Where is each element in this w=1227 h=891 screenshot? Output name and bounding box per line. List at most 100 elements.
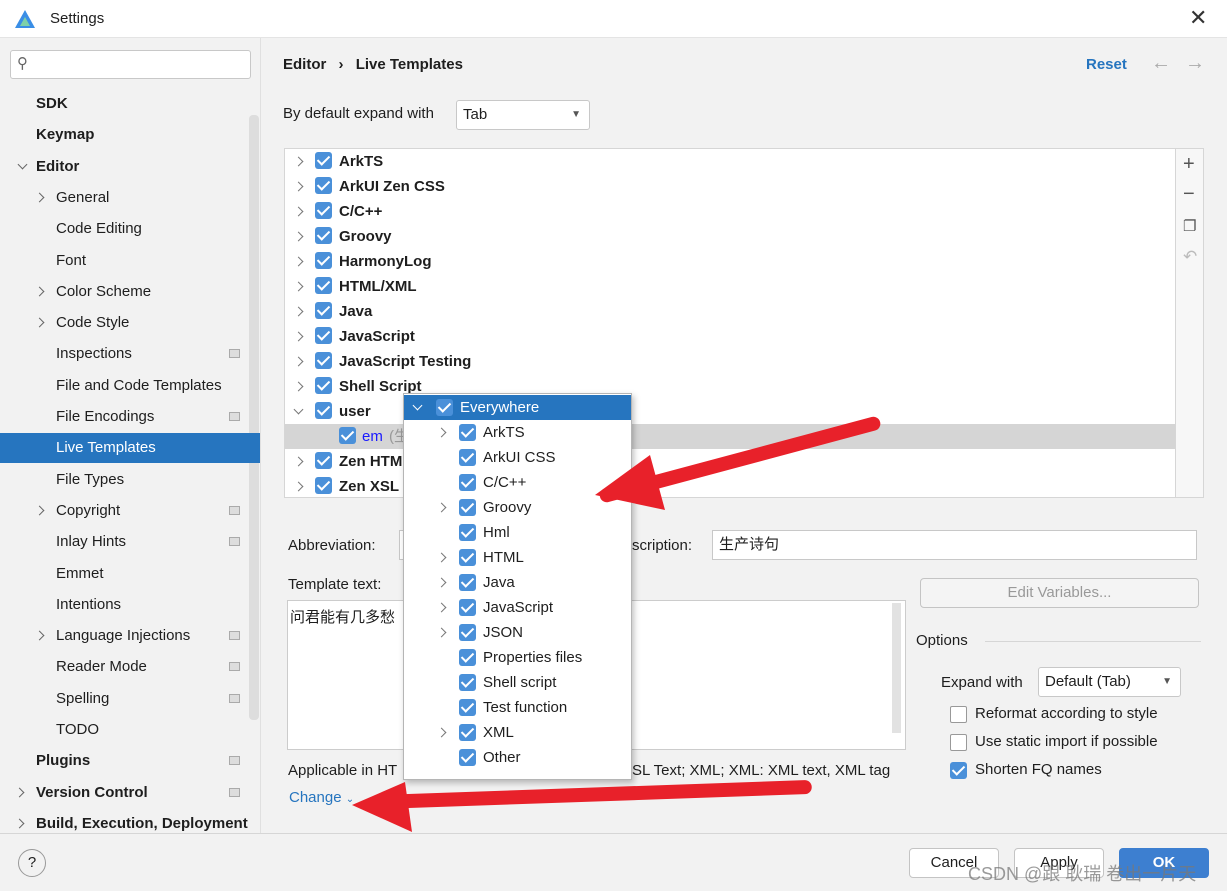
- chevron-right-icon[interactable]: [293, 156, 304, 167]
- context-checkbox[interactable]: [459, 524, 476, 541]
- group-checkbox[interactable]: [315, 177, 332, 194]
- sidebar-item-version-control[interactable]: Version Control: [0, 778, 260, 808]
- tree-group-row[interactable]: Groovy: [285, 224, 1175, 249]
- chevron-right-icon[interactable]: [34, 192, 45, 203]
- context-item-xml[interactable]: XML: [404, 720, 631, 745]
- sidebar-item-emmet[interactable]: Emmet: [0, 559, 260, 589]
- sidebar-item-file-encodings[interactable]: File Encodings: [0, 402, 260, 432]
- remove-icon[interactable]: −: [1183, 183, 1195, 206]
- back-arrow-icon[interactable]: ←: [1151, 52, 1171, 75]
- context-checkbox[interactable]: [459, 749, 476, 766]
- tree-group-row[interactable]: Java: [285, 299, 1175, 324]
- context-item-java[interactable]: Java: [404, 570, 631, 595]
- breadcrumb-editor[interactable]: Editor: [283, 56, 326, 73]
- sidebar-item-general[interactable]: General: [0, 183, 260, 213]
- chevron-right-icon[interactable]: [293, 231, 304, 242]
- sidebar-item-intentions[interactable]: Intentions: [0, 590, 260, 620]
- sidebar-item-code-editing[interactable]: Code Editing: [0, 214, 260, 244]
- template-checkbox[interactable]: [339, 427, 356, 444]
- change-link[interactable]: Change ⌄: [289, 789, 354, 806]
- group-checkbox[interactable]: [315, 477, 332, 494]
- sidebar-item-plugins[interactable]: Plugins: [0, 746, 260, 776]
- help-button[interactable]: ?: [18, 849, 46, 877]
- chevron-down-icon[interactable]: [293, 404, 304, 415]
- chevron-right-icon[interactable]: [293, 331, 304, 342]
- sidebar-item-reader-mode[interactable]: Reader Mode: [0, 652, 260, 682]
- expand-with-select[interactable]: Default (Tab) ▼: [1038, 667, 1181, 697]
- context-item-everywhere[interactable]: Everywhere: [404, 395, 631, 420]
- chevron-down-icon[interactable]: [17, 159, 28, 170]
- tree-group-row[interactable]: C/C++: [285, 199, 1175, 224]
- tree-group-row[interactable]: JavaScript: [285, 324, 1175, 349]
- context-checkbox[interactable]: [459, 674, 476, 691]
- tree-group-row[interactable]: HarmonyLog: [285, 249, 1175, 274]
- chevron-right-icon[interactable]: [436, 627, 447, 638]
- context-checkbox[interactable]: [459, 624, 476, 641]
- chevron-right-icon[interactable]: [14, 787, 25, 798]
- chevron-right-icon[interactable]: [293, 281, 304, 292]
- context-checkbox[interactable]: [459, 724, 476, 741]
- group-checkbox[interactable]: [315, 327, 332, 344]
- group-checkbox[interactable]: [315, 152, 332, 169]
- sidebar-item-color-scheme[interactable]: Color Scheme: [0, 277, 260, 307]
- undo-icon[interactable]: ↶: [1183, 247, 1197, 267]
- edit-variables-button[interactable]: Edit Variables...: [920, 578, 1199, 608]
- chevron-right-icon[interactable]: [436, 502, 447, 513]
- description-input[interactable]: 生产诗句: [712, 530, 1197, 560]
- context-item-test-function[interactable]: Test function: [404, 695, 631, 720]
- chevron-right-icon[interactable]: [293, 306, 304, 317]
- group-checkbox[interactable]: [315, 252, 332, 269]
- chevron-right-icon[interactable]: [34, 630, 45, 641]
- tree-group-row[interactable]: ArkUI Zen CSS: [285, 174, 1175, 199]
- sidebar-item-language-injections[interactable]: Language Injections: [0, 621, 260, 651]
- context-checkbox[interactable]: [459, 424, 476, 441]
- chevron-right-icon[interactable]: [436, 427, 447, 438]
- sidebar-item-copyright[interactable]: Copyright: [0, 496, 260, 526]
- sidebar-item-live-templates[interactable]: Live Templates: [0, 433, 260, 464]
- chevron-right-icon[interactable]: [436, 552, 447, 563]
- chevron-right-icon[interactable]: [34, 505, 45, 516]
- option-checkbox[interactable]: [950, 762, 967, 779]
- context-checkbox[interactable]: [459, 549, 476, 566]
- sidebar-item-todo[interactable]: TODO: [0, 715, 260, 745]
- option-checkbox[interactable]: [950, 734, 967, 751]
- context-checkbox[interactable]: [459, 499, 476, 516]
- context-item-json[interactable]: JSON: [404, 620, 631, 645]
- sidebar-item-build-execution-deployment[interactable]: Build, Execution, Deployment: [0, 809, 260, 839]
- sidebar-item-editor[interactable]: Editor: [0, 152, 260, 182]
- chevron-right-icon[interactable]: [293, 481, 304, 492]
- chevron-down-icon[interactable]: [412, 400, 423, 411]
- sidebar-item-sdk[interactable]: SDK: [0, 89, 260, 119]
- forward-arrow-icon[interactable]: →: [1185, 52, 1205, 75]
- chevron-right-icon[interactable]: [293, 356, 304, 367]
- chevron-right-icon[interactable]: [436, 602, 447, 613]
- chevron-right-icon[interactable]: [293, 206, 304, 217]
- chevron-right-icon[interactable]: [436, 727, 447, 738]
- sidebar-item-inlay-hints[interactable]: Inlay Hints: [0, 527, 260, 557]
- sidebar-item-font[interactable]: Font: [0, 246, 260, 276]
- group-checkbox[interactable]: [315, 227, 332, 244]
- context-item-other[interactable]: Other: [404, 745, 631, 770]
- group-checkbox[interactable]: [315, 452, 332, 469]
- context-item-arkts[interactable]: ArkTS: [404, 420, 631, 445]
- chevron-right-icon[interactable]: [293, 456, 304, 467]
- reset-link[interactable]: Reset: [1086, 56, 1127, 73]
- copy-icon[interactable]: ❐: [1183, 217, 1196, 235]
- tree-group-row[interactable]: JavaScript Testing: [285, 349, 1175, 374]
- tree-group-row[interactable]: HTML/XML: [285, 274, 1175, 299]
- option-checkbox[interactable]: [950, 706, 967, 723]
- chevron-right-icon[interactable]: [293, 381, 304, 392]
- group-checkbox[interactable]: [315, 402, 332, 419]
- editor-scrollbar[interactable]: [892, 603, 901, 733]
- context-item-hml[interactable]: Hml: [404, 520, 631, 545]
- sidebar-item-spelling[interactable]: Spelling: [0, 684, 260, 714]
- sidebar-item-file-and-code-templates[interactable]: File and Code Templates: [0, 371, 260, 401]
- context-checkbox[interactable]: [459, 449, 476, 466]
- group-checkbox[interactable]: [315, 202, 332, 219]
- context-checkbox[interactable]: [459, 699, 476, 716]
- sidebar-item-code-style[interactable]: Code Style: [0, 308, 260, 338]
- chevron-right-icon[interactable]: [34, 317, 45, 328]
- search-input[interactable]: ⚲: [10, 50, 251, 79]
- context-item-shell-script[interactable]: Shell script: [404, 670, 631, 695]
- context-checkbox[interactable]: [459, 599, 476, 616]
